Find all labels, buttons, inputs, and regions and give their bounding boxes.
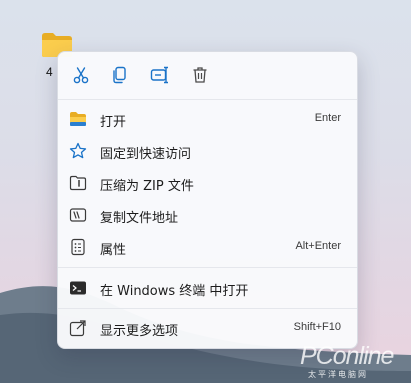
menu-item-label: 显示更多选项: [100, 324, 179, 339]
copy-button[interactable]: [105, 62, 135, 88]
menu-item-shortcut: Shift+F10: [293, 321, 341, 333]
menu-item-label: 属性: [100, 243, 127, 258]
menu-item-shortcut: Enter: [314, 112, 341, 124]
menu-item-open-in-terminal[interactable]: 在 Windows 终端 中打开: [62, 273, 353, 303]
divider: [58, 99, 357, 100]
rename-icon: [150, 66, 168, 84]
watermark-brand: PConline: [300, 342, 394, 370]
delete-button[interactable]: [185, 62, 215, 88]
copy-icon: [113, 66, 126, 84]
menu-item-show-more-options[interactable]: 显示更多选项 Shift+F10: [62, 313, 353, 343]
folder-name: 4: [46, 65, 53, 79]
rename-button[interactable]: [145, 62, 175, 88]
menu-item-open[interactable]: 打开 Enter: [62, 104, 353, 134]
watermark: PConline 太平洋电脑网: [300, 342, 410, 382]
divider: [58, 267, 357, 268]
menu-item-label: 固定到快速访问: [100, 147, 192, 162]
divider: [58, 308, 357, 309]
menu-item-label: 复制文件地址: [100, 211, 179, 226]
menu-item-label: 打开: [100, 115, 127, 130]
cut-icon: [73, 67, 89, 84]
menu-item-compress-zip[interactable]: 压缩为 ZIP 文件: [62, 168, 353, 198]
folder-open-icon: [70, 112, 86, 126]
copy-path-icon: [69, 208, 87, 222]
menu-item-copy-path[interactable]: 复制文件地址: [62, 200, 353, 230]
zip-icon: [69, 175, 87, 191]
terminal-icon: [70, 281, 86, 295]
menu-item-label: 压缩为 ZIP 文件: [100, 179, 194, 194]
star-icon: [69, 142, 87, 159]
quick-action-bar: [58, 52, 357, 98]
menu-item-pin-quick-access[interactable]: 固定到快速访问: [62, 136, 353, 166]
watermark-subtitle: 太平洋电脑网: [308, 370, 368, 379]
properties-icon: [71, 238, 85, 256]
delete-icon: [193, 67, 207, 83]
more-options-icon: [69, 320, 86, 337]
cut-button[interactable]: [66, 62, 96, 88]
context-menu: 打开 Enter 固定到快速访问 压缩为 ZIP 文件 复制文件地址 属性 Al…: [57, 51, 358, 349]
menu-item-shortcut: Alt+Enter: [295, 240, 341, 252]
menu-item-label: 在 Windows 终端 中打开: [100, 284, 249, 299]
menu-item-properties[interactable]: 属性 Alt+Enter: [62, 232, 353, 262]
